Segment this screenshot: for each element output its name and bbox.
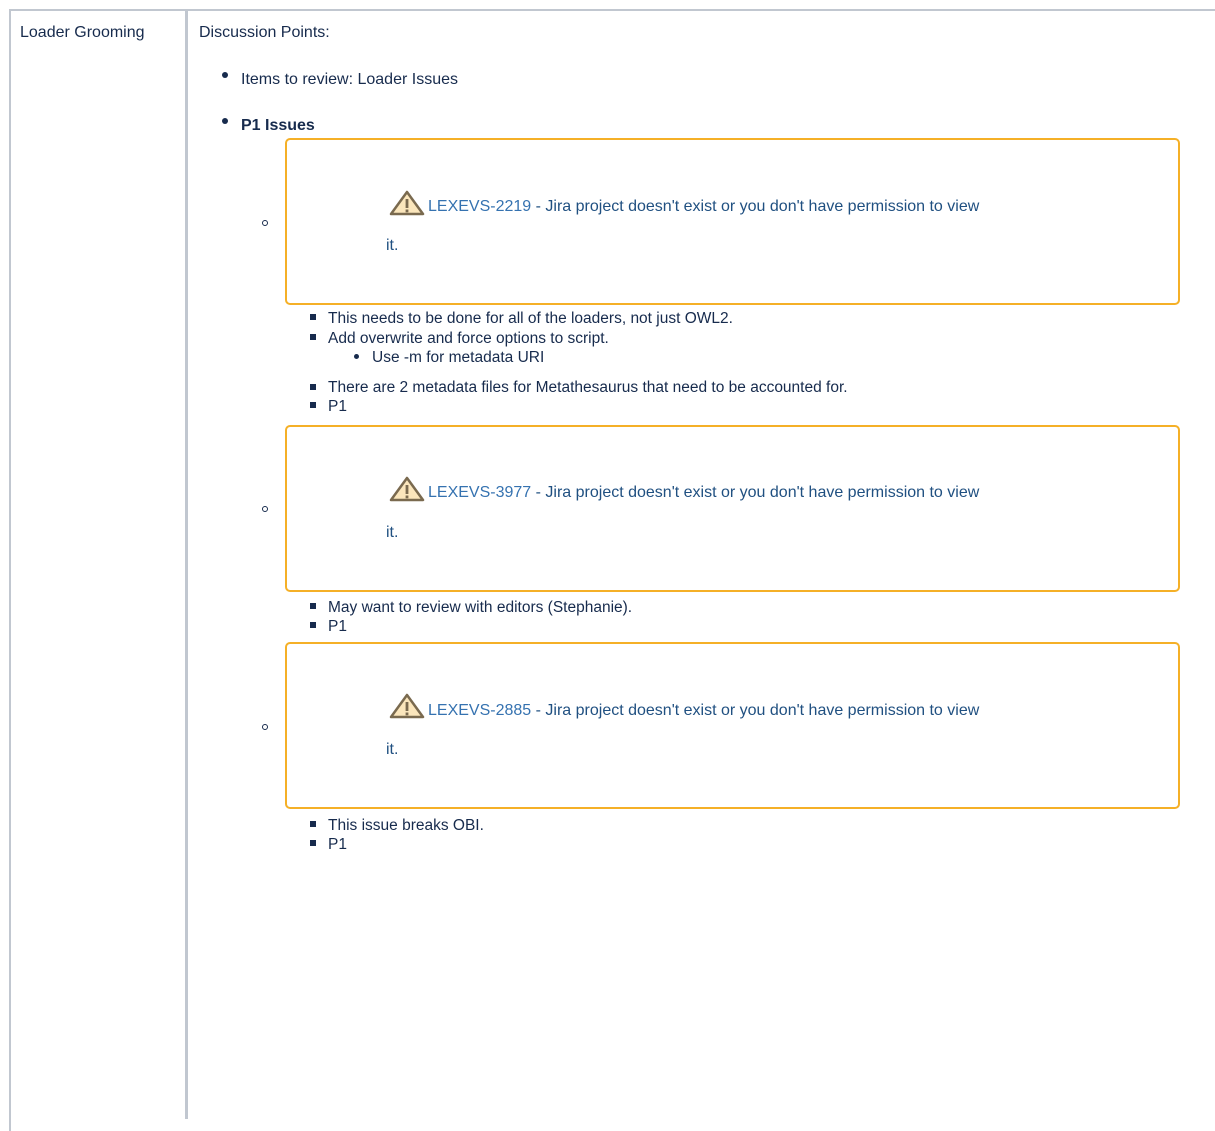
note-item: This needs to be done for all of the loa… xyxy=(328,310,733,327)
jira-issue-line: LEXEVS-2885 - Jira project doesn't exist… xyxy=(428,702,979,720)
jira-issue-box xyxy=(285,138,1180,305)
bullet-icon xyxy=(222,72,228,78)
discussion-points-header: Discussion Points: xyxy=(199,24,330,41)
note-item: P1 xyxy=(328,836,347,853)
jira-issue-link[interactable]: LEXEVS-2219 xyxy=(428,198,531,215)
jira-issue-wrap: it. xyxy=(386,741,399,758)
jira-issue-wrap: it. xyxy=(386,237,399,254)
jira-issue-message: - Jira project doesn't exist or you don'… xyxy=(531,198,980,215)
jira-issue-box xyxy=(285,642,1180,809)
square-bullet-icon xyxy=(310,314,316,320)
square-bullet-icon xyxy=(310,622,316,628)
bullet-icon xyxy=(354,354,359,359)
warning-icon xyxy=(389,476,425,502)
jira-issue-message: - Jira project doesn't exist or you don'… xyxy=(531,702,980,719)
jira-issue-line: LEXEVS-2219 - Jira project doesn't exist… xyxy=(428,198,979,216)
square-bullet-icon xyxy=(310,840,316,846)
square-bullet-icon xyxy=(310,334,316,340)
warning-icon xyxy=(389,190,425,216)
note-item: There are 2 metadata files for Metathesa… xyxy=(328,379,848,396)
jira-issue-wrap: it. xyxy=(386,524,399,541)
square-bullet-icon xyxy=(310,821,316,827)
jira-issue-box xyxy=(285,425,1180,592)
circle-bullet-icon xyxy=(262,220,268,226)
note-item: P1 xyxy=(328,618,347,635)
circle-bullet-icon xyxy=(262,724,268,730)
column-divider xyxy=(185,9,188,1119)
note-subitem: Use -m for metadata URI xyxy=(372,349,545,366)
row-label: Loader Grooming xyxy=(20,24,145,41)
circle-bullet-icon xyxy=(262,506,268,512)
square-bullet-icon xyxy=(310,603,316,609)
bullet-icon xyxy=(222,118,228,124)
p1-issues-heading: P1 Issues xyxy=(241,117,315,134)
jira-issue-link[interactable]: LEXEVS-2885 xyxy=(428,702,531,719)
items-to-review: Items to review: Loader Issues xyxy=(241,71,458,88)
square-bullet-icon xyxy=(310,402,316,408)
jira-issue-line: LEXEVS-3977 - Jira project doesn't exist… xyxy=(428,484,979,502)
jira-issue-link[interactable]: LEXEVS-3977 xyxy=(428,484,531,501)
note-item: Add overwrite and force options to scrip… xyxy=(328,330,609,347)
warning-icon xyxy=(389,693,425,719)
note-item: This issue breaks OBI. xyxy=(328,817,484,834)
note-item: P1 xyxy=(328,398,347,415)
jira-issue-message: - Jira project doesn't exist or you don'… xyxy=(531,484,980,501)
note-item: May want to review with editors (Stephan… xyxy=(328,599,633,616)
square-bullet-icon xyxy=(310,384,316,390)
